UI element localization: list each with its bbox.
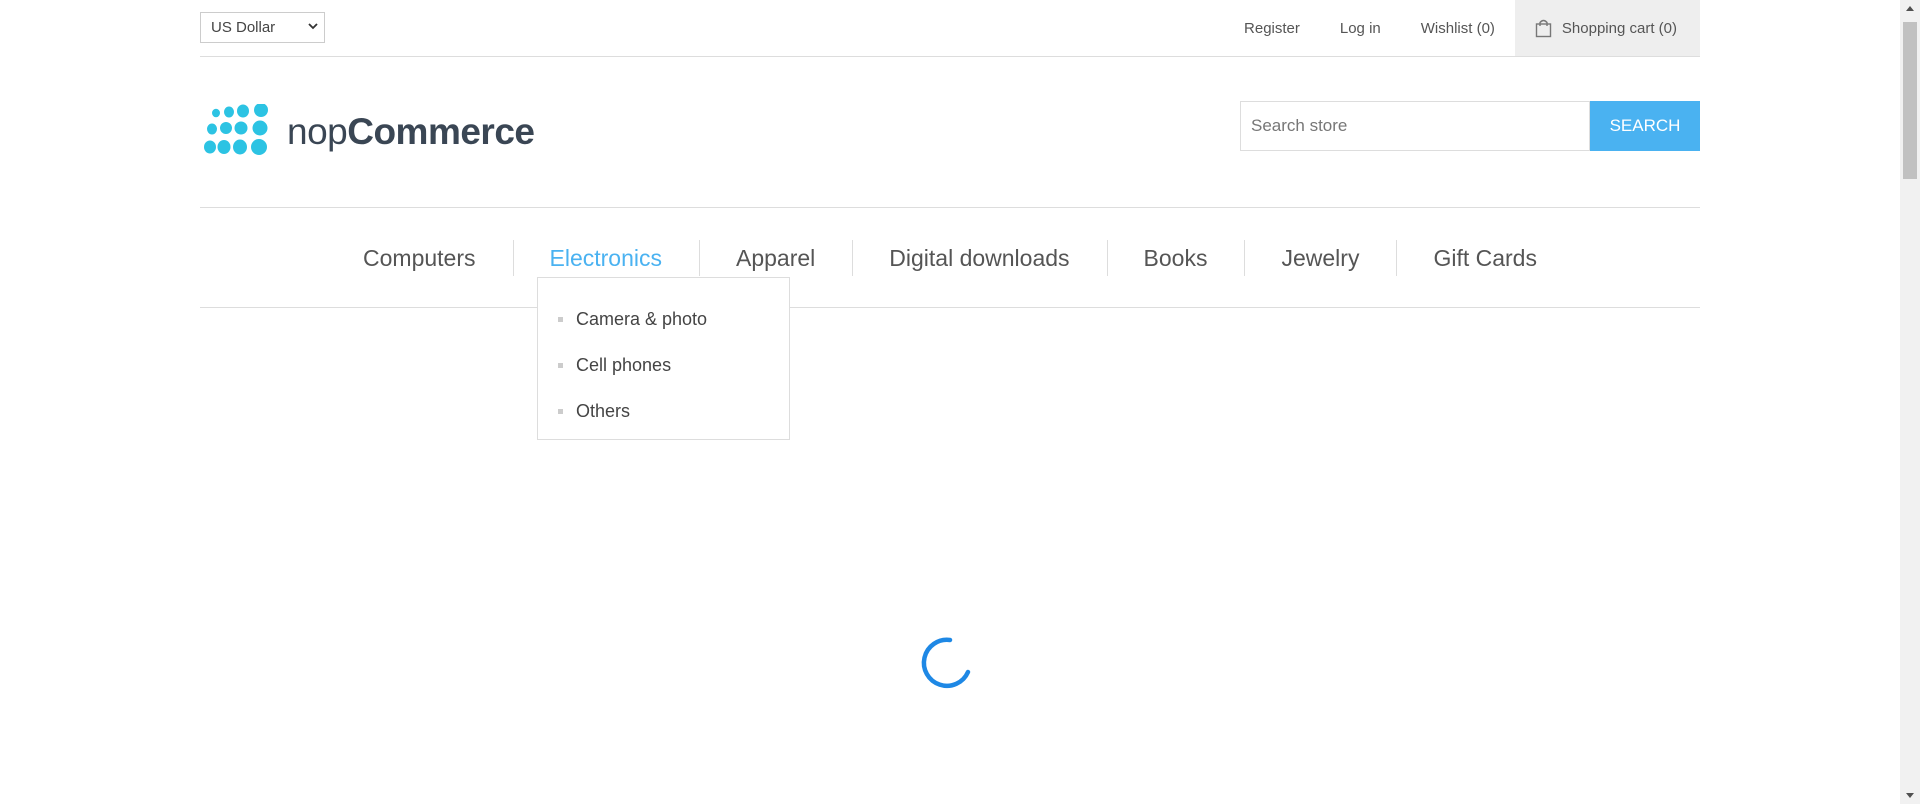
menu-item-gift-cards[interactable]: Gift Cards bbox=[1396, 240, 1574, 276]
bullet-icon bbox=[558, 408, 563, 414]
top-menu: Computers Electronics Apparel Digital do… bbox=[200, 207, 1700, 308]
header-links: Register Log in Wishlist (0) Shopping ca… bbox=[1224, 0, 1700, 56]
submenu-item-label: Camera & photo bbox=[576, 308, 708, 329]
submenu-item-cell-phones[interactable]: Cell phones bbox=[538, 342, 789, 388]
search-input[interactable]: Search store bbox=[1240, 101, 1590, 151]
menu-item-jewelry[interactable]: Jewelry bbox=[1244, 240, 1396, 276]
login-link[interactable]: Log in bbox=[1340, 20, 1381, 37]
loading-spinner-icon bbox=[921, 637, 971, 689]
currency-selector[interactable]: US Dollar bbox=[200, 12, 325, 43]
shopping-bag-icon bbox=[1535, 19, 1552, 38]
bullet-icon bbox=[558, 316, 563, 322]
shopping-cart-link[interactable]: Shopping cart (0) bbox=[1514, 0, 1700, 56]
submenu-item-label: Others bbox=[576, 400, 631, 421]
top-menu-list: Computers Electronics Apparel Digital do… bbox=[200, 208, 1700, 308]
search-box: Search store SEARCH bbox=[1240, 101, 1700, 151]
submenu-item-others[interactable]: Others bbox=[538, 388, 789, 434]
logo-dots-icon bbox=[204, 104, 268, 155]
submenu-item-label: Cell phones bbox=[576, 354, 672, 375]
store-logo[interactable]: nopCommerce bbox=[203, 104, 535, 158]
search-placeholder: Search store bbox=[1251, 116, 1348, 135]
bullet-icon bbox=[558, 362, 563, 368]
chevron-down-icon bbox=[308, 23, 318, 30]
submenu-item-camera-photo[interactable]: Camera & photo bbox=[538, 296, 789, 342]
scrollbar-thumb[interactable] bbox=[1903, 22, 1917, 179]
menu-item-digital-downloads[interactable]: Digital downloads bbox=[852, 240, 1106, 276]
register-link[interactable]: Register bbox=[1244, 20, 1300, 37]
scroll-down-arrow-icon[interactable] bbox=[1900, 787, 1920, 804]
search-button[interactable]: SEARCH bbox=[1590, 101, 1700, 151]
wishlist-link[interactable]: Wishlist (0) bbox=[1421, 20, 1495, 37]
menu-item-electronics[interactable]: Electronics bbox=[512, 240, 699, 276]
currency-value: US Dollar bbox=[211, 19, 276, 36]
header-upper: US Dollar Register Log in Wishlist (0) S… bbox=[200, 0, 1700, 57]
scroll-up-arrow-icon[interactable] bbox=[1900, 0, 1920, 17]
menu-item-apparel[interactable]: Apparel bbox=[698, 240, 852, 276]
logo-text-commerce: Commerce bbox=[347, 110, 535, 152]
cart-label: Shopping cart (0) bbox=[1561, 19, 1677, 37]
menu-item-computers[interactable]: Computers bbox=[326, 240, 512, 276]
vertical-scrollbar[interactable] bbox=[1900, 0, 1920, 804]
electronics-submenu: Camera & photo Cell phones Others bbox=[537, 277, 790, 440]
logo-text: nopCommerce bbox=[287, 113, 535, 150]
logo-text-nop: nop bbox=[287, 110, 348, 152]
menu-item-books[interactable]: Books bbox=[1106, 240, 1245, 276]
